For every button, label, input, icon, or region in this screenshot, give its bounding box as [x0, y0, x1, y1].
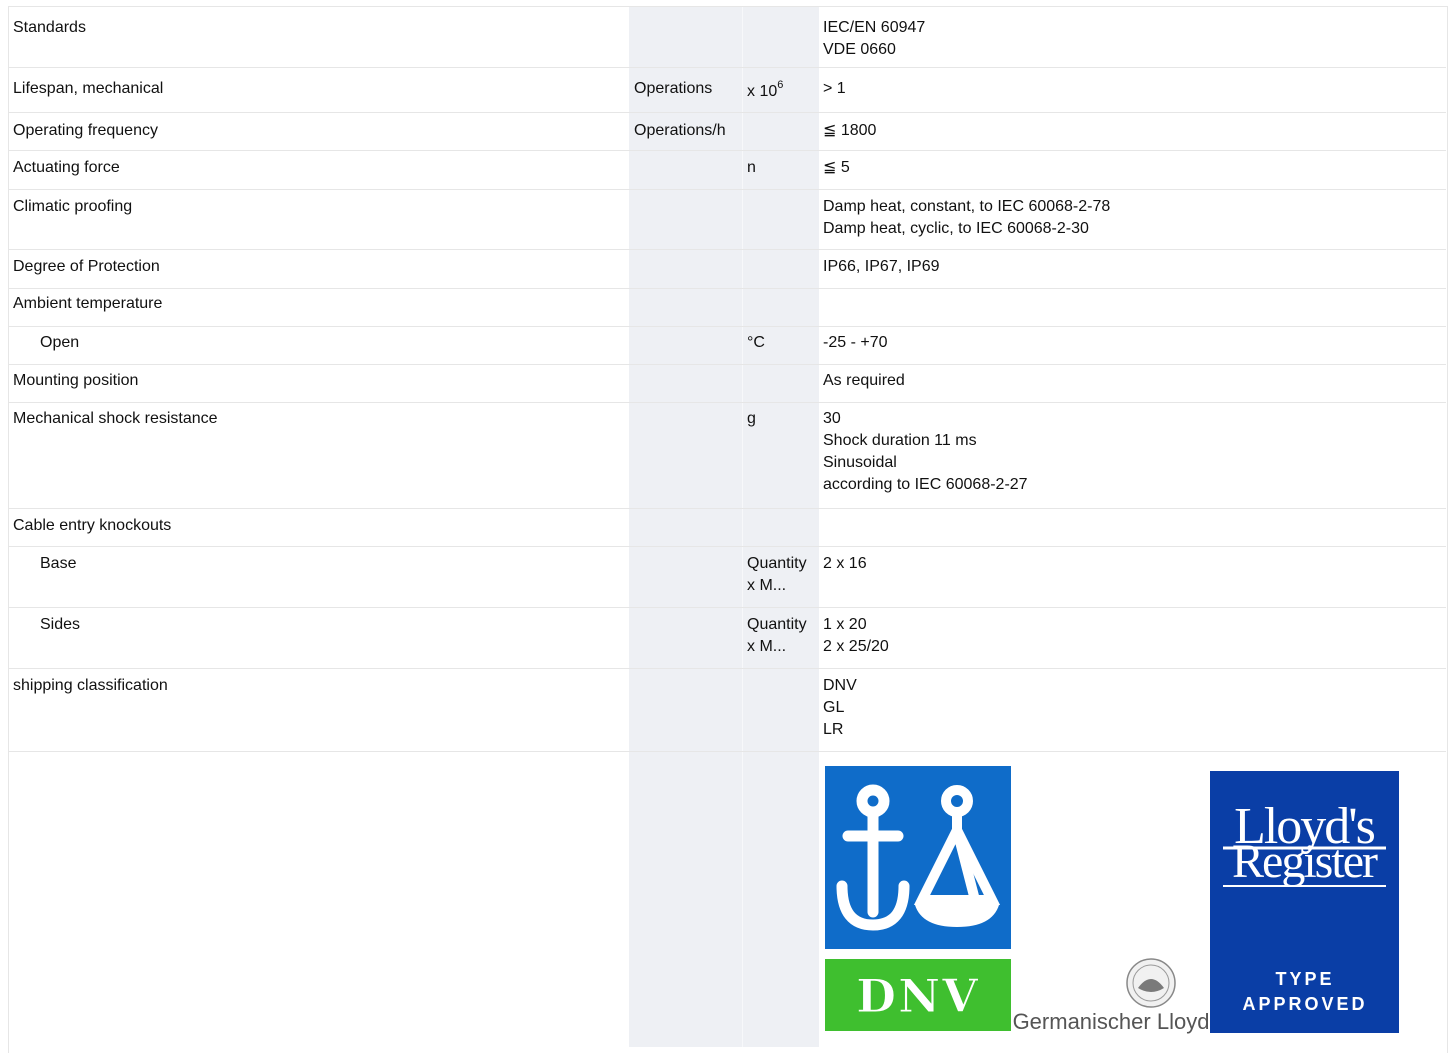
- lloyds-register-logo: Lloyd's Register TYPE APPROVED: [1210, 771, 1399, 1033]
- dnv-logo: DNV: [825, 959, 1011, 1031]
- certification-logos: DNV Germanischer Lloyd Lloyd's Register …: [825, 766, 1399, 1034]
- svg-text:APPROVED: APPROVED: [1242, 994, 1367, 1014]
- svg-text:DNV: DNV: [856, 969, 980, 1023]
- svg-text:TYPE: TYPE: [1275, 969, 1334, 989]
- svg-text:Register: Register: [1232, 835, 1378, 888]
- germanischer-lloyd-logo: Germanischer Lloyd: [1013, 958, 1210, 1034]
- dnv-emblem-icon: [825, 766, 1011, 949]
- svg-text:Germanischer Lloyd: Germanischer Lloyd: [1013, 1009, 1210, 1034]
